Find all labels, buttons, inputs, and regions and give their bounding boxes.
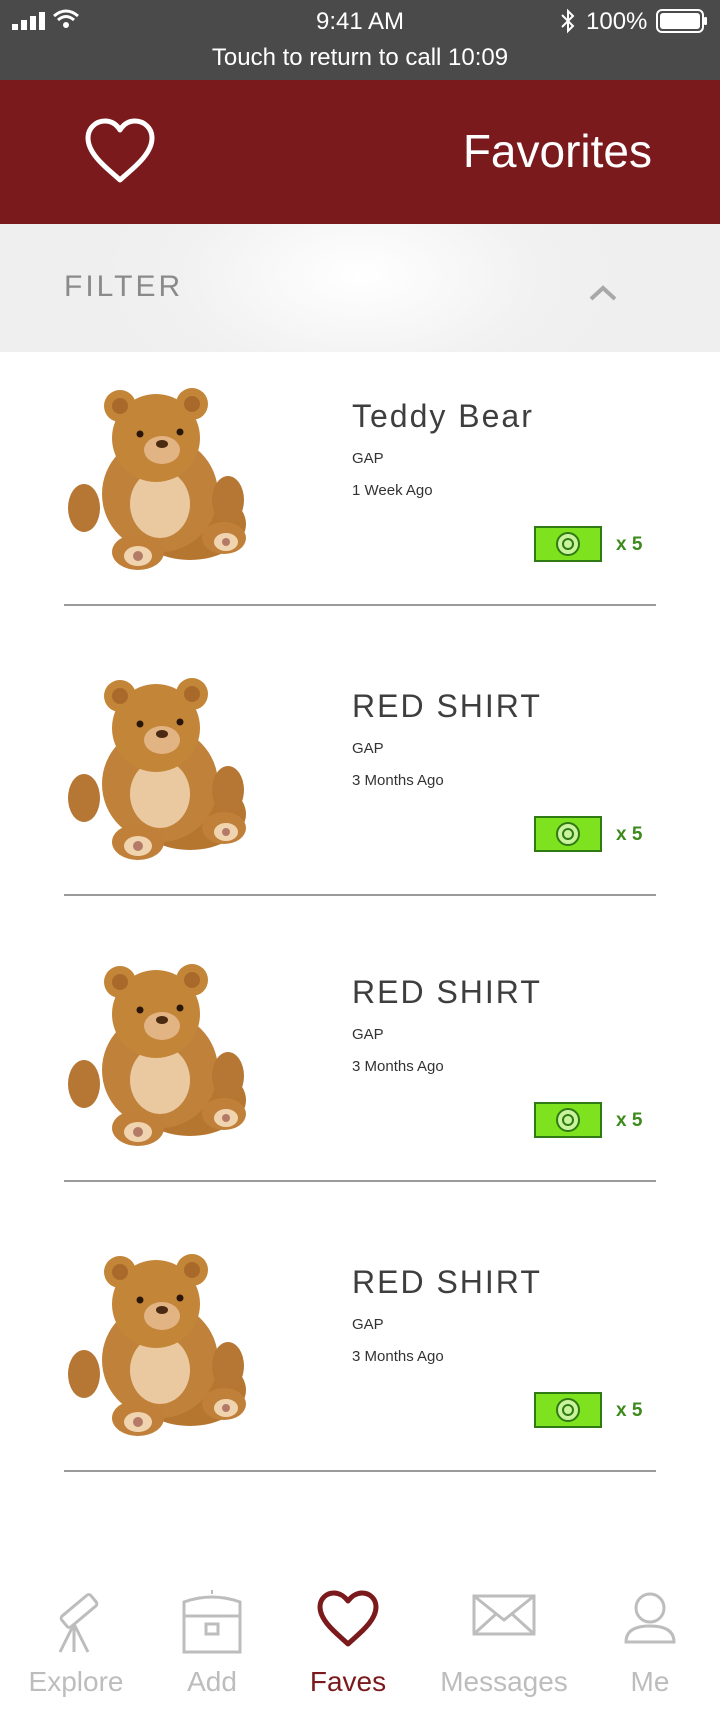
filter-label: FILTER — [64, 270, 184, 303]
money-bill-icon — [534, 816, 602, 852]
money-bill-icon — [534, 1102, 602, 1138]
tab-label: Explore — [28, 1666, 124, 1697]
money-bill-icon — [534, 526, 602, 562]
list-item[interactable]: RED SHIRT GAP 3 Months Ago x 5 — [0, 1218, 720, 1508]
tab-label: Add — [187, 1666, 237, 1697]
chevron-up-icon[interactable] — [588, 284, 618, 302]
tab-explore[interactable]: Explore — [4, 1570, 148, 1722]
status-bar: 9:41 AM 100% Touch to return to call 10:… — [0, 0, 720, 80]
treasure-chest-icon — [182, 1590, 242, 1654]
tab-label: Faves — [309, 1666, 387, 1697]
heart-icon — [317, 1590, 379, 1647]
return-to-call-banner[interactable]: Touch to return to call 10:09 — [0, 44, 720, 72]
tab-messages[interactable]: Messages — [432, 1570, 576, 1722]
tab-label: Me — [630, 1666, 670, 1697]
battery-icon — [656, 9, 707, 33]
header: Favorites — [0, 80, 720, 224]
item-brand: GAP — [352, 740, 384, 757]
item-brand: GAP — [352, 1316, 384, 1333]
item-time: 3 Months Ago — [352, 772, 444, 789]
person-icon — [624, 1592, 676, 1644]
item-count: x 5 — [616, 824, 643, 845]
telescope-icon — [58, 1593, 99, 1653]
divider — [64, 604, 656, 606]
item-name: Teddy Bear — [352, 398, 534, 434]
item-brand: GAP — [352, 1026, 384, 1043]
filter-bar[interactable]: FILTER — [0, 224, 720, 352]
item-name: RED SHIRT — [352, 974, 542, 1010]
list-item[interactable]: RED SHIRT GAP 3 Months Ago x 5 — [0, 928, 720, 1218]
item-count: x 5 — [616, 534, 643, 555]
divider — [64, 1470, 656, 1472]
heart-icon — [85, 118, 155, 183]
teddy-bear-image — [68, 964, 246, 1146]
item-time: 3 Months Ago — [352, 1058, 444, 1075]
divider — [64, 894, 656, 896]
page-title: Favorites — [462, 125, 652, 177]
tab-bar: Explore Add Faves Messages Me — [0, 1570, 720, 1722]
item-name: RED SHIRT — [352, 688, 542, 724]
bluetooth-icon — [561, 8, 575, 34]
tab-label: Messages — [440, 1666, 568, 1697]
item-brand: GAP — [352, 450, 384, 467]
tab-add[interactable]: Add — [140, 1570, 284, 1722]
item-name: RED SHIRT — [352, 1264, 542, 1300]
item-time: 1 Week Ago — [352, 482, 433, 499]
money-bill-icon — [534, 1392, 602, 1428]
divider — [64, 1180, 656, 1182]
battery-percent: 100% — [586, 8, 648, 35]
teddy-bear-image — [68, 388, 246, 570]
item-time: 3 Months Ago — [352, 1348, 444, 1365]
tab-faves[interactable]: Faves — [276, 1570, 420, 1722]
list-item[interactable]: Teddy Bear GAP 1 Week Ago x 5 — [0, 352, 720, 642]
teddy-bear-image — [68, 1254, 246, 1436]
envelope-icon — [472, 1594, 536, 1636]
item-count: x 5 — [616, 1400, 643, 1421]
list-item[interactable]: RED SHIRT GAP 3 Months Ago x 5 — [0, 642, 720, 932]
item-count: x 5 — [616, 1110, 643, 1131]
tab-me[interactable]: Me — [578, 1570, 720, 1722]
teddy-bear-image — [68, 678, 246, 860]
